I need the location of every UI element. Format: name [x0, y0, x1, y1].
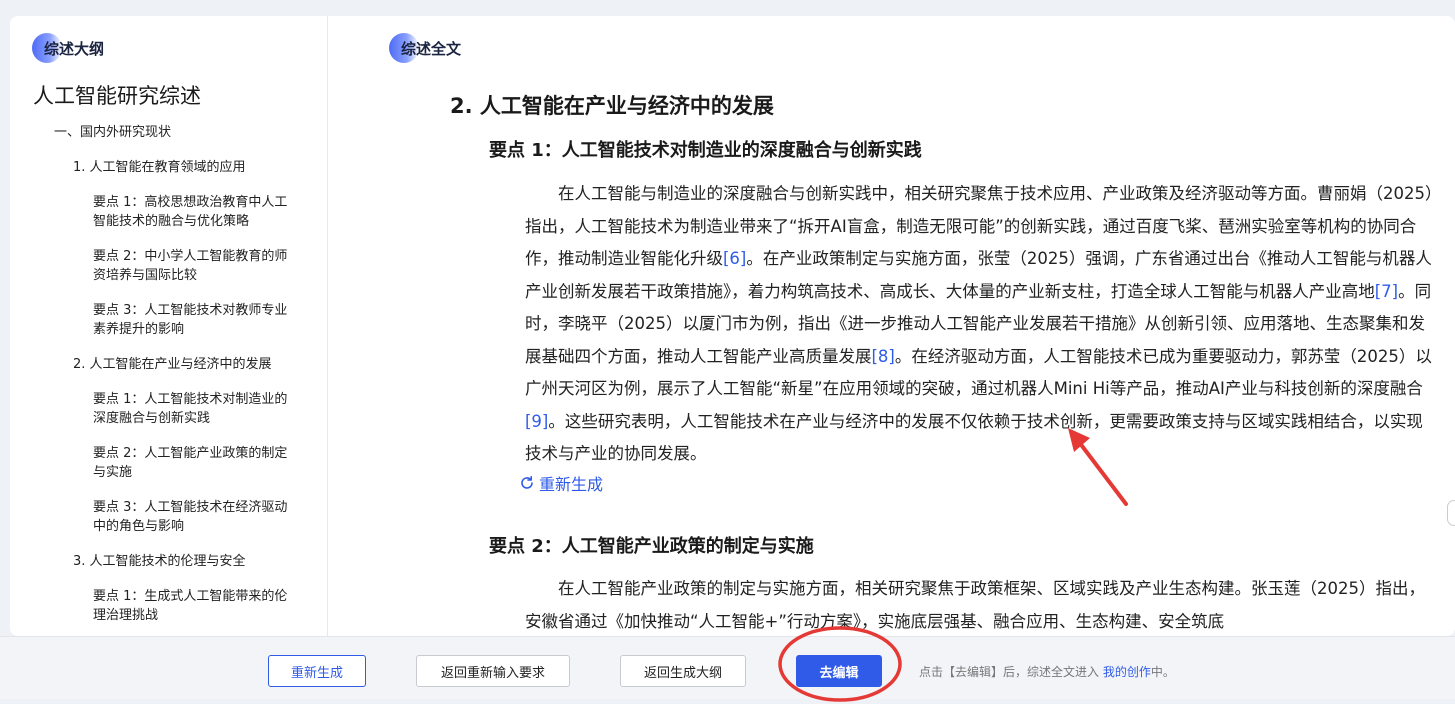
regenerate-button[interactable]: 重新生成	[268, 655, 366, 687]
fulltext-panel: 综述全文 2. 人工智能在产业与经济中的发展 要点 1：人工智能技术对制造业的深…	[329, 16, 1455, 636]
outline-header: 综述大纲	[32, 33, 104, 63]
point1-paragraph: 在人工智能与制造业的深度融合与创新实践中，相关研究聚焦于技术应用、产业政策及经济…	[525, 178, 1439, 471]
outline-item-1[interactable]: 1. 人工智能在教育领域的应用	[73, 158, 246, 177]
scroll-handle[interactable]	[1447, 500, 1455, 526]
back-outline-button[interactable]: 返回生成大纲	[620, 655, 746, 687]
hint-suffix: 中。	[1150, 665, 1175, 679]
outline-item-3-1[interactable]: 要点 1：生成式人工智能带来的伦理治理挑战	[93, 587, 298, 625]
my-creations-link[interactable]: 我的创作	[1103, 665, 1151, 679]
edit-button[interactable]: 去编辑	[796, 655, 882, 687]
paragraph-text: 。这些研究表明，人工智能技术在产业与经济中的发展不仅依赖于技术创新，更需要政策支…	[525, 411, 1423, 464]
point2-paragraph: 在人工智能产业政策的制定与实施方面，相关研究聚焦于政策框架、区域实践及产业生态构…	[525, 579, 1425, 631]
hint-prefix: 点击【去编辑】后，综述全文进入	[919, 665, 1103, 679]
edit-hint: 点击【去编辑】后，综述全文进入 我的创作中。	[919, 663, 1175, 680]
refresh-icon	[519, 475, 535, 491]
regenerate-link-label: 重新生成	[539, 475, 604, 494]
point2-title: 要点 2：人工智能产业政策的制定与实施	[489, 536, 814, 557]
section-title: 2. 人工智能在产业与经济中的发展	[450, 94, 774, 118]
citation-link[interactable]: [8]	[872, 347, 895, 366]
citation-link[interactable]: [9]	[525, 412, 548, 431]
citation-link[interactable]: [6]	[723, 249, 746, 268]
regenerate-link[interactable]: 重新生成	[519, 471, 603, 495]
outline-item-3[interactable]: 3. 人工智能技术的伦理与安全	[73, 552, 246, 571]
outline-item-2-1[interactable]: 要点 1：人工智能技术对制造业的深度融合与创新实践	[93, 390, 298, 428]
outline-header-label: 综述大纲	[44, 39, 105, 58]
outline-item-section-1[interactable]: 一、国内外研究现状	[54, 123, 171, 142]
fulltext-header-label: 综述全文	[401, 39, 462, 58]
app-window: 综述大纲 人工智能研究综述 一、国内外研究现状 1. 人工智能在教育领域的应用 …	[10, 16, 1455, 636]
outline-sidebar: 综述大纲 人工智能研究综述 一、国内外研究现状 1. 人工智能在教育领域的应用 …	[10, 16, 328, 636]
outline-item-2[interactable]: 2. 人工智能在产业与经济中的发展	[73, 355, 272, 374]
back-requirements-button[interactable]: 返回重新输入要求	[416, 655, 570, 687]
fulltext-header: 综述全文	[389, 33, 461, 63]
outline-item-1-2[interactable]: 要点 2：中小学人工智能教育的师资培养与国际比较	[93, 247, 298, 285]
outline-item-1-1[interactable]: 要点 1：高校思想政治教育中人工智能技术的融合与优化策略	[93, 193, 298, 231]
outline-item-1-3[interactable]: 要点 3：人工智能技术对教师专业素养提升的影响	[93, 301, 298, 339]
outline-item-2-2[interactable]: 要点 2：人工智能产业政策的制定与实施	[93, 444, 298, 482]
outline-title: 人工智能研究综述	[33, 84, 201, 108]
action-bar: 重新生成 返回重新输入要求 返回生成大纲 去编辑 点击【去编辑】后，综述全文进入…	[0, 626, 1455, 702]
citation-link[interactable]: [7]	[1375, 282, 1398, 301]
outline-item-2-3[interactable]: 要点 3：人工智能技术在经济驱动中的角色与影响	[93, 498, 298, 536]
point1-title: 要点 1：人工智能技术对制造业的深度融合与创新实践	[489, 140, 922, 161]
